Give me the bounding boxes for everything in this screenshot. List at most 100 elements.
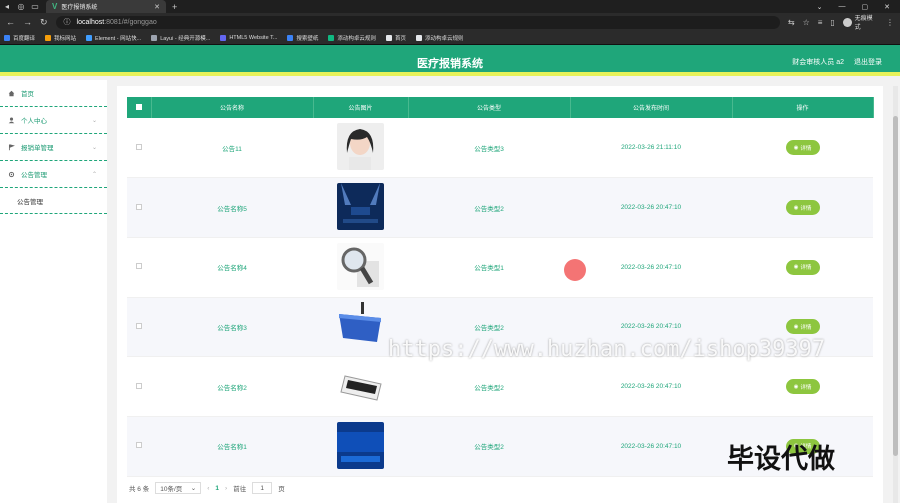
column-header: 公告类型 [408, 97, 571, 118]
back-icon[interactable]: ← [6, 17, 15, 27]
prev-page-icon[interactable]: ‹ [207, 485, 209, 492]
close-tab-icon[interactable]: ✕ [154, 3, 160, 11]
star-icon[interactable]: ☆ [803, 18, 810, 27]
sidebar-item-notices[interactable]: 公告管理 ⌃ [0, 161, 107, 188]
table-row: 公告名称5 公告类型2 2022-03-26 20:47:10 ◉ 详情 [127, 177, 873, 238]
bookmark-item[interactable]: HTML5 Website T... [220, 34, 277, 41]
view-icon: ◉ [793, 264, 799, 271]
sidebar-icon[interactable]: ▯ [830, 18, 834, 27]
window-icon[interactable]: ▭ [28, 2, 42, 11]
bookmark-item[interactable]: Layui - 经典开源模... [151, 34, 210, 42]
notice-type: 公告类型3 [408, 118, 570, 179]
bookmark-icon [45, 34, 52, 41]
notice-table: 公告名称 公告图片 公告类型 公告发布时间 操作 公告11 公告类型3 2022… [127, 97, 874, 477]
bookmark-item[interactable]: 添动构卓云规则 [328, 34, 376, 42]
bookmark-icon [415, 34, 422, 41]
bookmark-item[interactable]: 搜索壁纸 [287, 34, 318, 42]
row-checkbox[interactable] [136, 263, 142, 270]
sidebar-item-label: 公告管理 [21, 172, 47, 179]
column-header: 公告名称 [151, 97, 314, 118]
reading-list-icon[interactable]: ≡ [818, 18, 823, 27]
notice-type: 公告类型1 [408, 237, 570, 298]
sidebar-item-claims[interactable]: 报销单管理 ⌄ [0, 134, 107, 161]
table-row: 公告11 公告类型3 2022-03-26 21:11:10 ◉ 详情 [127, 118, 873, 179]
bookmark-item[interactable]: 首页 [385, 34, 406, 42]
bookmark-item[interactable]: Element - 网站快... [86, 34, 141, 42]
sidebar-item-profile[interactable]: 个人中心 ⌄ [0, 107, 107, 134]
row-checkbox[interactable] [136, 143, 142, 150]
url-input[interactable]: ⓘ localhost:8081/#/gonggao [55, 15, 780, 29]
goto-page-input[interactable]: 1 [252, 482, 273, 494]
page-scrollbar[interactable] [893, 86, 898, 503]
notice-name: 公告名称2 [151, 356, 313, 417]
cursor-highlight [564, 259, 586, 281]
row-checkbox[interactable] [136, 203, 142, 210]
tab-title: 医疗报销系统 [61, 5, 98, 11]
table-header-row: 公告名称 公告图片 公告类型 公告发布时间 操作 [127, 97, 874, 118]
detail-button[interactable]: ◉ 详情 [785, 259, 820, 275]
notice-image [337, 183, 384, 231]
page-size-select[interactable]: 10条/页 ⌄ [155, 482, 202, 494]
bookmark-icon [220, 34, 227, 41]
new-tab-icon[interactable]: + [172, 2, 177, 12]
next-page-icon[interactable]: › [225, 485, 227, 492]
notice-time: 2022-03-26 20:47:10 [570, 177, 732, 238]
sidebar-item-home[interactable]: 首页 [0, 80, 107, 107]
logout-link[interactable]: 退出登录 [854, 57, 882, 67]
detail-button[interactable]: ◉ 详情 [785, 379, 820, 395]
row-checkbox[interactable] [136, 322, 142, 329]
table-row: 公告名称4 公告类型1 2022-03-26 20:47:10 ◉ 详情 [127, 237, 873, 298]
minimize-icon[interactable]: — [839, 3, 846, 11]
tab-menu-icon[interactable]: ◂ [0, 2, 14, 11]
notice-image [337, 123, 384, 171]
flag-icon [8, 143, 15, 150]
notice-time: 2022-03-26 20:47:10 [570, 237, 732, 298]
bookmark-item[interactable]: 我标网站 [45, 34, 76, 42]
row-checkbox[interactable] [136, 442, 142, 449]
sidebar-item-label: 个人中心 [21, 118, 47, 125]
incognito-icon [842, 17, 852, 27]
sidebar: 首页 个人中心 ⌄ 报销单管理 ⌄ 公告管理 ⌃ 公告管理 [0, 80, 107, 503]
bookmark-item[interactable]: 百度翻译 [4, 34, 35, 42]
tab-search-icon[interactable]: ⌄ [817, 3, 823, 11]
chevron-down-icon: ⌄ [91, 144, 97, 151]
detail-button[interactable]: ◉ 详情 [785, 319, 820, 335]
url-path: :8081/#/gonggao [104, 18, 157, 26]
home-icon [8, 90, 15, 96]
profile-label: 无痕模式 [854, 16, 873, 31]
chevron-down-icon: ⌄ [190, 485, 197, 492]
notice-name: 公告名称1 [151, 416, 313, 477]
user-icon [8, 117, 15, 123]
select-all-checkbox[interactable] [135, 103, 142, 110]
profile-button[interactable]: 无痕模式 [842, 13, 878, 31]
detail-button[interactable]: ◉ 详情 [785, 200, 820, 216]
bookmark-icon [328, 34, 335, 41]
current-page[interactable]: 1 [215, 485, 219, 492]
browser-tab-active[interactable]: V 医疗报销系统 ✕ [46, 0, 166, 13]
sidebar-subitem-notices[interactable]: 公告管理 [0, 188, 107, 214]
row-checkbox[interactable] [136, 382, 142, 389]
notice-time: 2022-03-26 21:11:10 [570, 118, 732, 179]
app-header: 医疗报销系统 财会审核人员 a2 退出登录 [0, 45, 900, 76]
forward-icon[interactable]: → [23, 17, 32, 27]
bookmark-icon [385, 34, 392, 41]
info-icon[interactable]: ⓘ [64, 17, 71, 27]
scrollbar-thumb[interactable] [893, 116, 898, 456]
bookmark-icon [4, 34, 10, 41]
bookmark-icon [287, 34, 294, 41]
view-icon: ◉ [793, 204, 799, 211]
url-host: localhost [76, 18, 105, 26]
bookmark-item[interactable]: 添动构卓云规则 [415, 34, 463, 42]
more-icon[interactable]: ⋮ [886, 18, 894, 27]
close-window-icon[interactable]: ✕ [884, 3, 890, 11]
maximize-icon[interactable]: ▢ [862, 3, 869, 11]
view-icon: ◉ [793, 144, 799, 151]
translate-icon[interactable]: ⇆ [788, 18, 795, 27]
reload-icon[interactable]: ↻ [40, 17, 48, 28]
view-icon: ◉ [793, 383, 799, 390]
column-header: 公告发布时间 [570, 97, 733, 118]
chevron-up-icon: ⌃ [91, 171, 97, 178]
watermark-text: https://www.huzhan.com/ishop39397 [388, 337, 826, 362]
corner-badge-text: 毕设代做 [727, 444, 835, 475]
detail-button[interactable]: ◉ 详情 [785, 140, 820, 156]
